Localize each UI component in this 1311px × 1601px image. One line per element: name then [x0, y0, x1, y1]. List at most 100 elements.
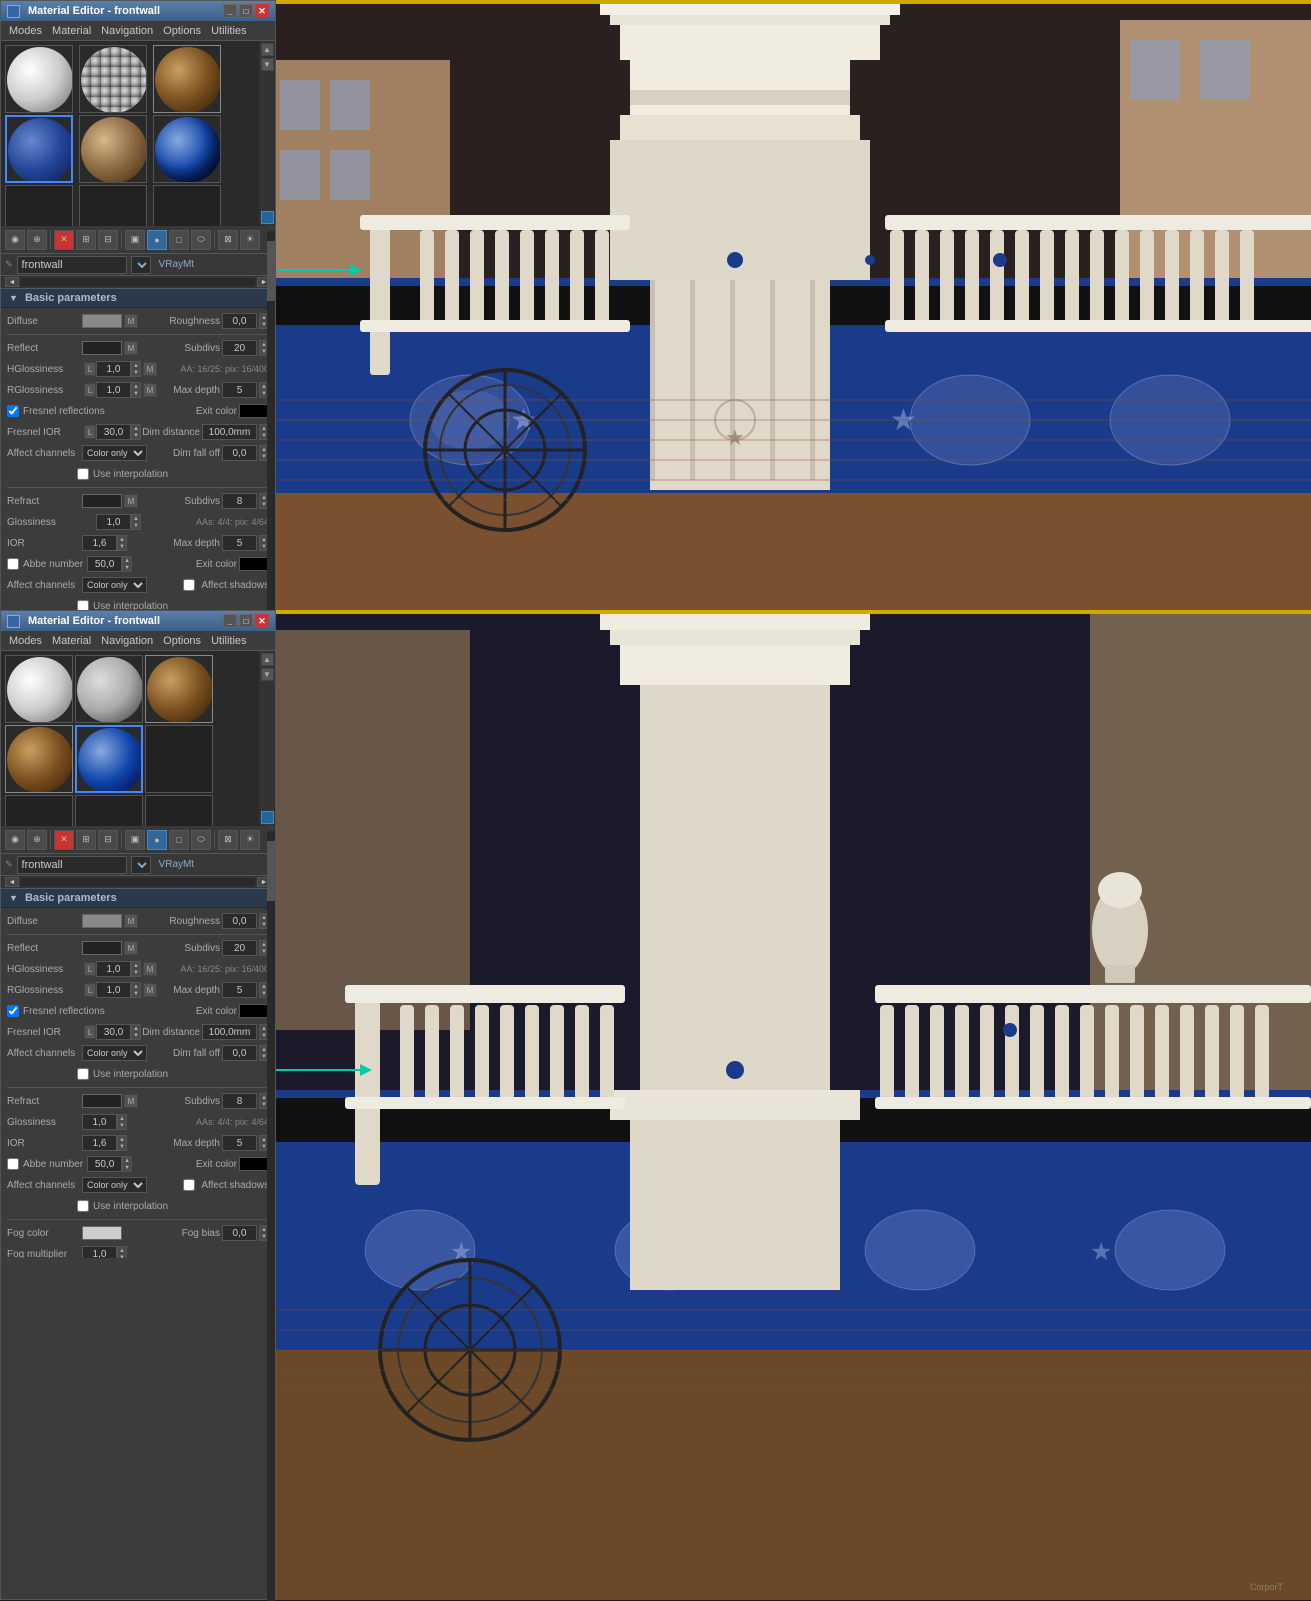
- menu-options-bottom[interactable]: Options: [159, 634, 205, 648]
- vscroll-thumb-bottom[interactable]: [267, 841, 275, 901]
- side-btn-2-bottom[interactable]: ▼: [261, 668, 274, 681]
- exit-color-swatch-bottom[interactable]: [239, 1004, 269, 1018]
- material-name-input-bottom[interactable]: [17, 856, 127, 874]
- diffuse-m-btn-bottom[interactable]: M: [124, 914, 138, 928]
- reflect-swatch-top[interactable]: [82, 341, 122, 355]
- name-dropdown-bottom[interactable]: ▼: [131, 856, 151, 874]
- mat-slot-3-bottom[interactable]: [145, 655, 213, 723]
- name-dropdown-top[interactable]: ▼: [131, 256, 151, 274]
- dim-falloff-input-top[interactable]: [222, 445, 257, 461]
- ior-spinner-bottom[interactable]: ▲▼: [117, 1135, 127, 1151]
- refract-use-interp-checkbox-bottom[interactable]: [77, 1200, 89, 1212]
- tool-diffuse-top[interactable]: ▣: [125, 230, 145, 250]
- mat-slot-4-top[interactable]: [5, 115, 73, 183]
- ior-input-bottom[interactable]: [82, 1135, 117, 1151]
- affect-channels-dropdown-bottom[interactable]: Color only: [82, 1045, 147, 1061]
- tool-delete-bottom[interactable]: ✕: [54, 830, 74, 850]
- tool-diffuse-bottom[interactable]: ▣: [125, 830, 145, 850]
- tool-box-top[interactable]: □: [169, 230, 189, 250]
- dim-dist-input-top[interactable]: [202, 424, 257, 440]
- vscrollbar-bottom[interactable]: [267, 831, 275, 1601]
- fog-bias-input-bottom[interactable]: [222, 1225, 257, 1241]
- rgloss-m-btn-top[interactable]: M: [143, 383, 157, 397]
- diffuse-swatch-bottom[interactable]: [82, 914, 122, 928]
- hgloss-m-btn-bottom[interactable]: M: [143, 962, 157, 976]
- abbe-spinner-bottom[interactable]: ▲▼: [122, 1156, 132, 1172]
- minimize-btn-top[interactable]: _: [223, 4, 237, 18]
- mat-slot-2-bottom[interactable]: [75, 655, 143, 723]
- menu-material-bottom[interactable]: Material: [48, 634, 95, 648]
- maximize-btn-bottom[interactable]: □: [239, 614, 253, 628]
- scroll-left-bottom[interactable]: ◄: [5, 877, 19, 887]
- rgloss-input-bottom[interactable]: [96, 982, 131, 998]
- affect-shadows-checkbox-bottom[interactable]: [183, 1179, 195, 1191]
- menu-utilities-top[interactable]: Utilities: [207, 24, 250, 38]
- vscroll-thumb-top[interactable]: [267, 241, 275, 301]
- reflect-swatch-bottom[interactable]: [82, 941, 122, 955]
- mat-slot-9-bottom[interactable]: [145, 795, 213, 826]
- fresnel-checkbox-bottom[interactable]: [7, 1005, 19, 1017]
- tool-copy-bottom[interactable]: ⊞: [76, 830, 96, 850]
- subdivs-input-bottom[interactable]: [222, 940, 257, 956]
- tool-sphere-top[interactable]: ●: [147, 230, 167, 250]
- tool-sample-bottom[interactable]: ◉: [5, 830, 25, 850]
- menu-navigation-top[interactable]: Navigation: [97, 24, 157, 38]
- dim-dist-input-bottom[interactable]: [202, 1024, 257, 1040]
- use-interp-checkbox-bottom[interactable]: [77, 1068, 89, 1080]
- mat-slot-9-top[interactable]: [153, 185, 221, 226]
- fresnel-checkbox-top[interactable]: [7, 405, 19, 417]
- tool-box-bottom[interactable]: □: [169, 830, 189, 850]
- refract-maxdepth-input-bottom[interactable]: [222, 1135, 257, 1151]
- side-btn-1-bottom[interactable]: ▲: [261, 653, 274, 666]
- refract-m-btn-bottom[interactable]: M: [124, 1094, 138, 1108]
- rgloss-input-top[interactable]: [96, 382, 131, 398]
- side-btn-2-top[interactable]: ▼: [261, 58, 274, 71]
- refract-gloss-spinner-top[interactable]: ▲▼: [131, 514, 141, 530]
- menu-options-top[interactable]: Options: [159, 24, 205, 38]
- hgloss-m-btn-top[interactable]: M: [143, 362, 157, 376]
- abbe-input-bottom[interactable]: [87, 1156, 122, 1172]
- menu-navigation-bottom[interactable]: Navigation: [97, 634, 157, 648]
- tool-sphere-bottom[interactable]: ●: [147, 830, 167, 850]
- refract-swatch-top[interactable]: [82, 494, 122, 508]
- exit-color-swatch-top[interactable]: [239, 404, 269, 418]
- menu-modes-bottom[interactable]: Modes: [5, 634, 46, 648]
- hgloss-input-bottom[interactable]: [96, 961, 131, 977]
- tool-sample-top[interactable]: ◉: [5, 230, 25, 250]
- hgloss-spinner-bottom[interactable]: ▲▼: [131, 961, 141, 977]
- refract-m-btn-top[interactable]: M: [124, 494, 138, 508]
- maximize-btn-top[interactable]: □: [239, 4, 253, 18]
- rgloss-l-btn-top[interactable]: L: [84, 383, 96, 397]
- mat-slot-5-top[interactable]: [79, 115, 147, 183]
- tool-light-top[interactable]: ☀: [240, 230, 260, 250]
- params-scroll-top[interactable]: Diffuse M Roughness ▲▼ Reflect M Subdivs: [1, 308, 275, 658]
- refract-gloss-input-bottom[interactable]: [82, 1114, 117, 1130]
- menu-material-top[interactable]: Material: [48, 24, 95, 38]
- maxdepth-input-bottom[interactable]: [222, 982, 257, 998]
- mat-slot-7-bottom[interactable]: [5, 795, 73, 826]
- fresnel-ior-l-btn-top[interactable]: L: [84, 425, 96, 439]
- hgloss-spinner-top[interactable]: ▲▼: [131, 361, 141, 377]
- rgloss-m-btn-bottom[interactable]: M: [143, 983, 157, 997]
- abbe-checkbox-top[interactable]: [7, 558, 19, 570]
- maxdepth-input-top[interactable]: [222, 382, 257, 398]
- rgloss-spinner-top[interactable]: ▲▼: [131, 382, 141, 398]
- fog-mult-input-bottom[interactable]: [82, 1246, 117, 1258]
- diffuse-m-btn-top[interactable]: M: [124, 314, 138, 328]
- refract-gloss-spinner-bottom[interactable]: ▲▼: [117, 1114, 127, 1130]
- mat-slot-8-bottom[interactable]: [75, 795, 143, 826]
- mat-slot-8-top[interactable]: [79, 185, 147, 226]
- refract-exit-color-swatch-top[interactable]: [239, 557, 269, 571]
- refract-swatch-bottom[interactable]: [82, 1094, 122, 1108]
- roughness-input-top[interactable]: [222, 313, 257, 329]
- reflect-m-btn-top[interactable]: M: [124, 341, 138, 355]
- tool-pick-top[interactable]: ⊕: [27, 230, 47, 250]
- tool-paste-top[interactable]: ⊟: [98, 230, 118, 250]
- refract-subdivs-input-top[interactable]: [222, 493, 257, 509]
- material-name-input-top[interactable]: [17, 256, 127, 274]
- close-btn-bottom[interactable]: ✕: [255, 614, 269, 628]
- close-btn-top[interactable]: ✕: [255, 4, 269, 18]
- side-btn-1-top[interactable]: ▲: [261, 43, 274, 56]
- tool-cylinder-top[interactable]: ⬭: [191, 230, 211, 250]
- reflect-m-btn-bottom[interactable]: M: [124, 941, 138, 955]
